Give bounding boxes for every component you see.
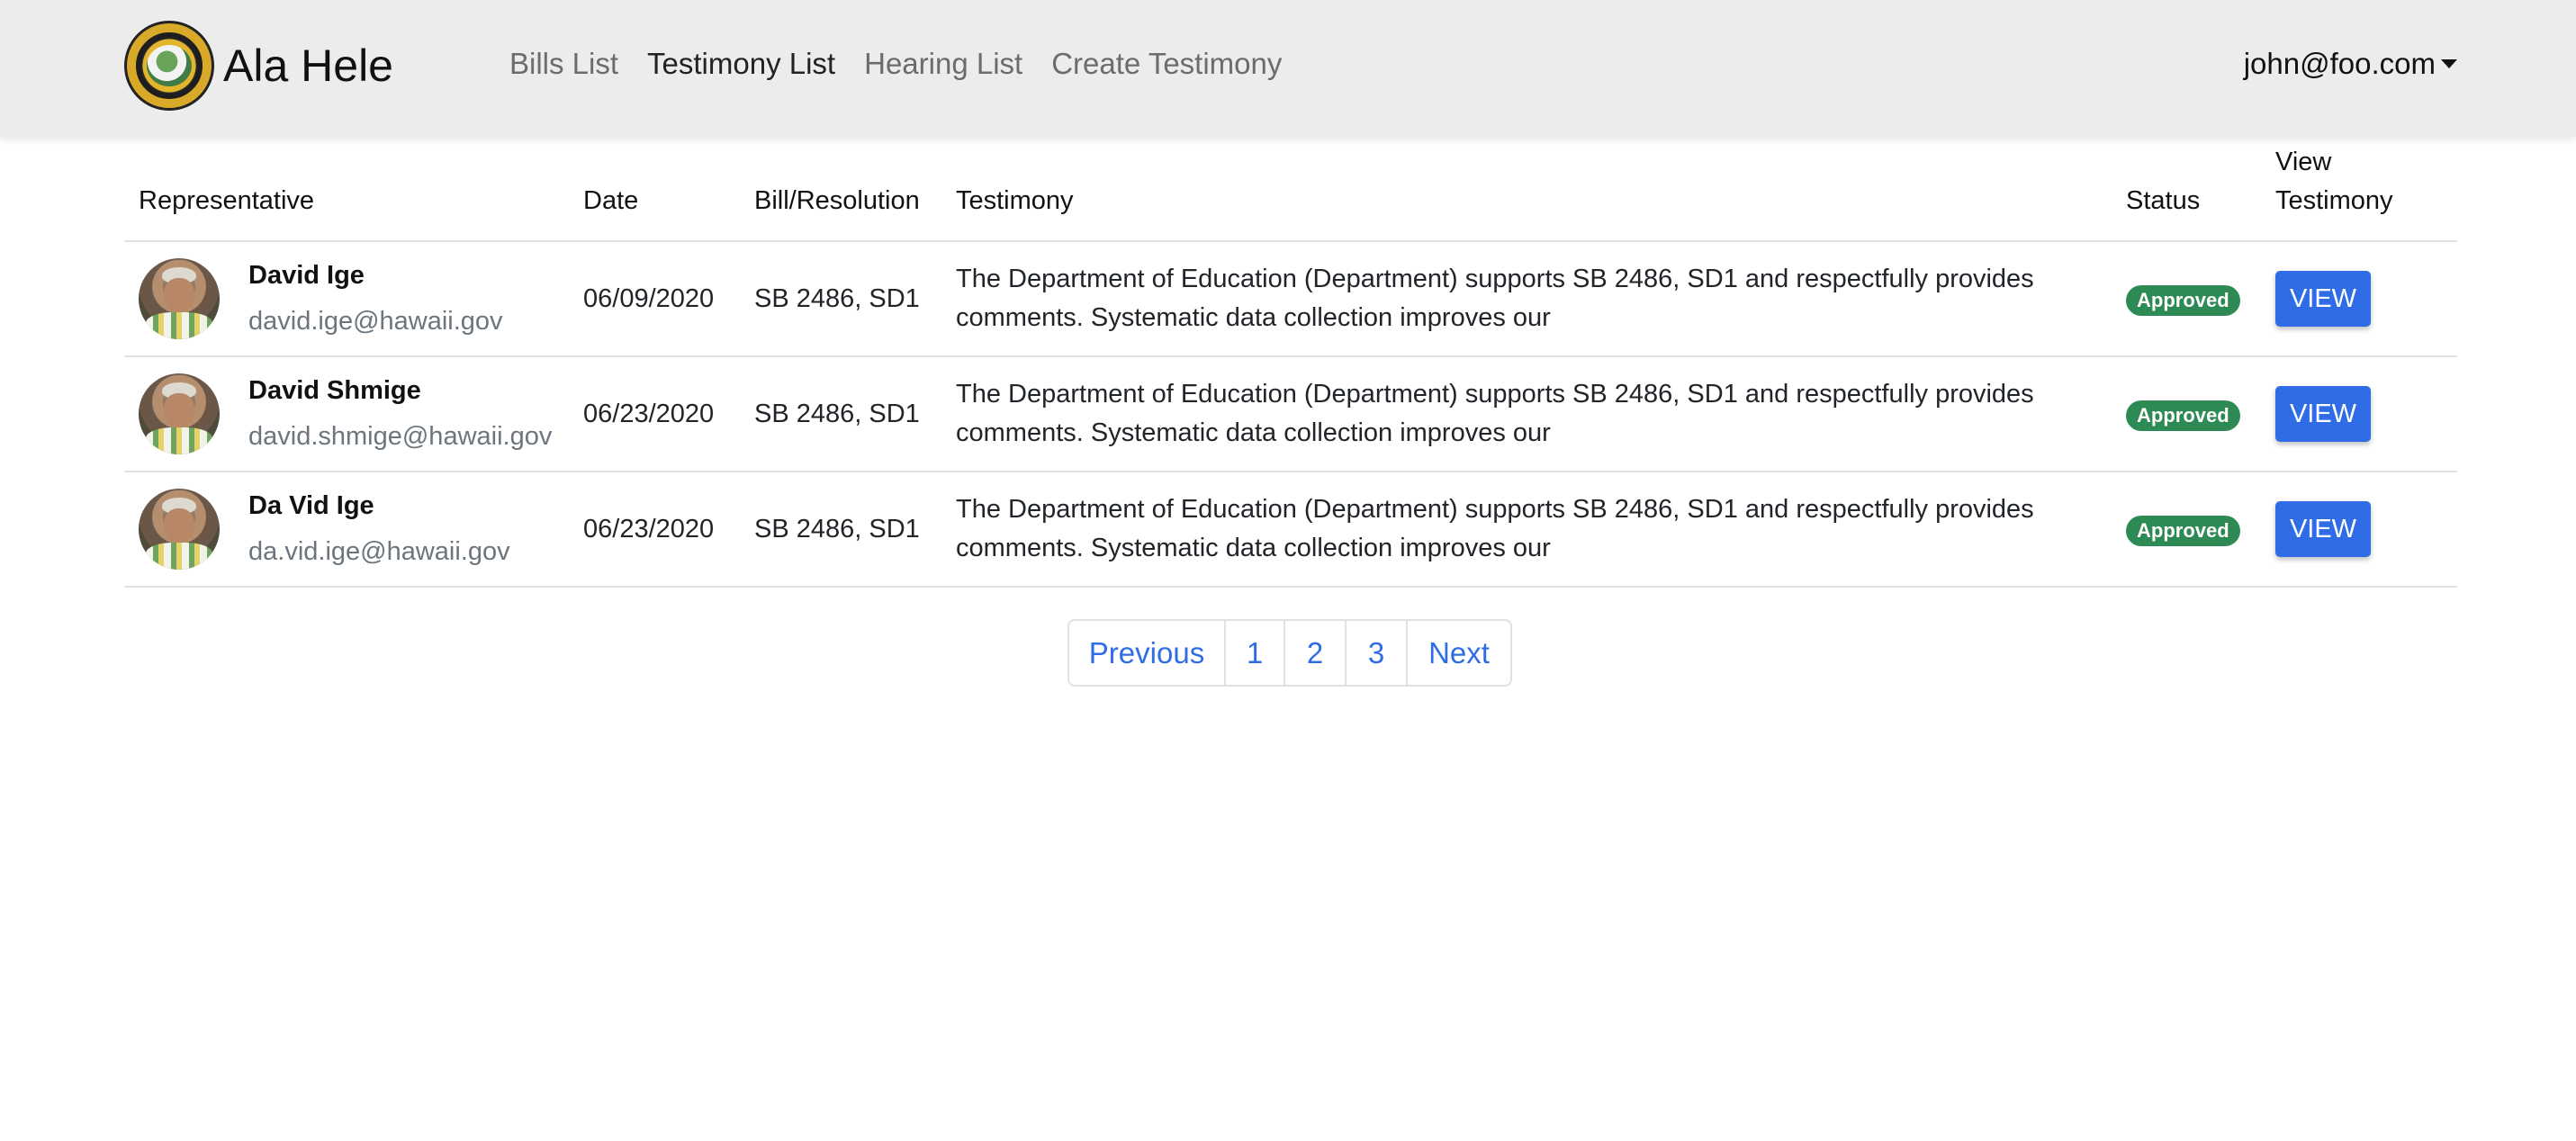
user-dropdown[interactable]: john@foo.com — [2244, 47, 2457, 81]
bill-resolution: SB 2486, SD1 — [740, 356, 941, 472]
representative-email: david.shmige@hawaii.gov — [248, 422, 553, 451]
table-row: David Ige david.ige@hawaii.gov 06/09/202… — [124, 241, 2457, 357]
navbar: Ala Hele Bills List Testimony List Heari… — [0, 0, 2576, 137]
testimony-date: 06/23/2020 — [569, 472, 740, 588]
table-header-row: Representative Date Bill/Resolution Test… — [124, 137, 2457, 242]
brand[interactable]: Ala Hele — [124, 20, 393, 112]
avatar — [139, 489, 220, 570]
representative-name: David Ige — [248, 261, 365, 290]
status-badge: Approved — [2126, 400, 2240, 431]
view-button[interactable]: VIEW — [2275, 501, 2371, 557]
view-button[interactable]: VIEW — [2275, 386, 2371, 442]
nav-link-bills-list[interactable]: Bills List — [509, 47, 618, 81]
avatar — [139, 373, 220, 454]
table-row: David Shmige david.shmige@hawaii.gov 06/… — [124, 356, 2457, 472]
testimony-table-container: Representative Date Bill/Resolution Test… — [124, 137, 2457, 588]
header-view-testimony: View Testimony — [2261, 137, 2457, 242]
nav-link-testimony-list[interactable]: Testimony List — [647, 47, 835, 81]
pagination-previous[interactable]: Previous — [1067, 619, 1226, 687]
user-email: john@foo.com — [2243, 47, 2436, 80]
representative-name: Da Vid Ige — [248, 491, 374, 520]
testimony-text: The Department of Education (Department)… — [941, 241, 2112, 357]
pagination: Previous 1 2 3 Next — [1067, 619, 1512, 687]
pagination-page-1[interactable]: 1 — [1224, 619, 1285, 687]
brand-title: Ala Hele — [223, 40, 393, 91]
bill-resolution: SB 2486, SD1 — [740, 241, 941, 357]
testimony-date: 06/09/2020 — [569, 241, 740, 357]
bill-resolution: SB 2486, SD1 — [740, 472, 941, 588]
testimony-text: The Department of Education (Department)… — [941, 472, 2112, 588]
nav-links: Bills List Testimony List Hearing List C… — [509, 47, 1311, 81]
table-row: Da Vid Ige da.vid.ige@hawaii.gov 06/23/2… — [124, 472, 2457, 588]
department-seal-logo — [124, 21, 214, 111]
caret-down-icon — [2441, 59, 2457, 68]
avatar — [139, 258, 220, 339]
header-status: Status — [2112, 137, 2261, 242]
status-badge: Approved — [2126, 515, 2240, 546]
header-date: Date — [569, 137, 740, 242]
testimony-text: The Department of Education (Department)… — [941, 356, 2112, 472]
representative-email: david.ige@hawaii.gov — [248, 307, 503, 336]
view-button[interactable]: VIEW — [2275, 271, 2371, 327]
nav-link-hearing-list[interactable]: Hearing List — [864, 47, 1022, 81]
header-representative: Representative — [124, 137, 569, 242]
nav-link-create-testimony[interactable]: Create Testimony — [1051, 47, 1282, 81]
representative-name: David Shmige — [248, 376, 421, 405]
representative-email: da.vid.ige@hawaii.gov — [248, 537, 510, 566]
pagination-page-3[interactable]: 3 — [1345, 619, 1408, 687]
status-badge: Approved — [2126, 284, 2240, 316]
testimony-date: 06/23/2020 — [569, 356, 740, 472]
header-bill-resolution: Bill/Resolution — [740, 137, 941, 242]
header-testimony: Testimony — [941, 137, 2112, 242]
pagination-page-2[interactable]: 2 — [1283, 619, 1347, 687]
pagination-next[interactable]: Next — [1406, 619, 1512, 687]
testimony-table: Representative Date Bill/Resolution Test… — [124, 137, 2457, 588]
